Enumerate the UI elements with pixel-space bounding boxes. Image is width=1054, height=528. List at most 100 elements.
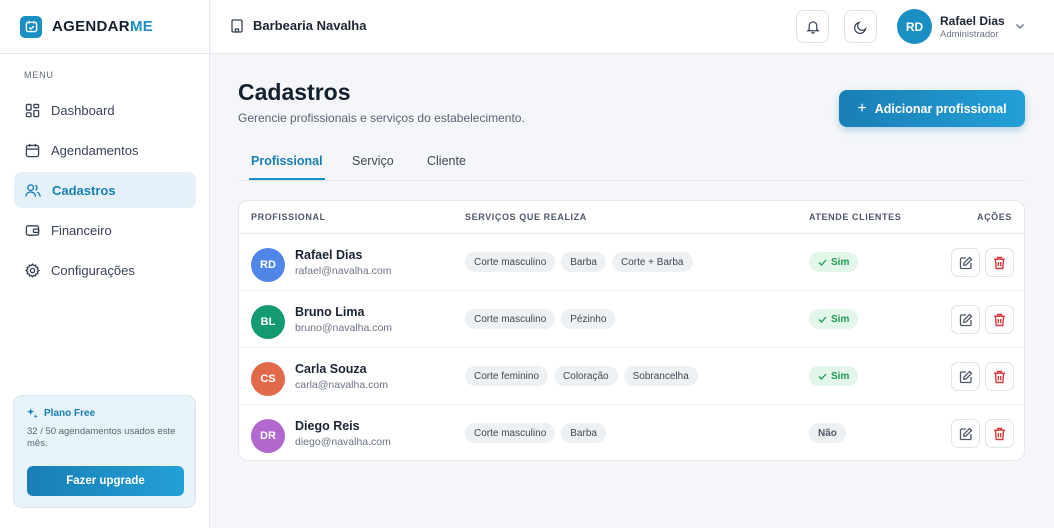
service-chip: Corte feminino (465, 366, 549, 386)
user-menu[interactable]: RD Rafael Dias Administrador (897, 9, 1025, 44)
users-icon (25, 183, 41, 197)
edit-button[interactable] (951, 362, 980, 391)
building-icon (231, 18, 243, 33)
top-header: Barbearia Navalha RD Rafael Dias Adminis… (211, 0, 1054, 54)
upgrade-button[interactable]: Fazer upgrade (27, 466, 184, 496)
sidebar-item-cadastros[interactable]: Cadastros (14, 172, 196, 208)
calendar-icon (25, 143, 40, 157)
professional-email: rafael@navalha.com (295, 265, 392, 277)
edit-button[interactable] (951, 248, 980, 277)
calendar-logo-icon (20, 15, 42, 38)
page-subtitle: Gerencie profissionais e serviços do est… (238, 111, 525, 125)
delete-button[interactable] (985, 419, 1014, 448)
sidebar-item-label: Cadastros (52, 182, 116, 198)
avatar: DR (251, 419, 285, 453)
avatar: CS (251, 362, 285, 396)
delete-button[interactable] (985, 248, 1014, 277)
status-badge: Sim (809, 309, 859, 329)
column-header: ATENDE CLIENTES (809, 212, 902, 222)
check-icon (818, 259, 827, 266)
table-row: DR Diego Reis diego@navalha.com Corte mascu… (239, 405, 1024, 460)
professional-name: Bruno Lima (295, 305, 365, 319)
edit-icon (959, 427, 972, 440)
trash-icon (994, 370, 1005, 383)
brand[interactable]: AGENDARME (0, 0, 209, 54)
column-header: AÇÕES (976, 212, 1012, 222)
services-list: Corte masculino Barba Corte + Barba (465, 252, 699, 272)
edit-button[interactable] (951, 419, 980, 448)
professional-email: carla@navalha.com (295, 379, 388, 391)
sidebar-item-configuracoes[interactable]: Configurações (14, 252, 196, 288)
user-name: Rafael Dias (940, 13, 1005, 28)
chevron-down-icon (1015, 24, 1024, 29)
service-chip: Corte + Barba (611, 252, 693, 272)
gear-icon (25, 262, 40, 278)
avatar: BL (251, 305, 285, 339)
professional-email: diego@navalha.com (295, 436, 391, 448)
services-list: Corte masculino Pézinho (465, 309, 621, 329)
trash-icon (994, 256, 1005, 269)
menu-label: MENU (24, 70, 54, 80)
service-chip: Corte masculino (465, 309, 556, 329)
professionals-table: PROFISSIONAL SERVIÇOS QUE REALIZA ATENDE… (238, 200, 1025, 461)
user-role: Administrador (940, 28, 999, 40)
add-professional-button[interactable]: + Adicionar profissional (839, 90, 1025, 127)
avatar: RD (251, 248, 285, 282)
service-chip: Barba (561, 423, 606, 443)
business-name[interactable]: Barbearia Navalha (231, 18, 366, 33)
sparkles-icon (27, 408, 38, 419)
check-icon (818, 373, 827, 380)
edit-icon (959, 370, 972, 383)
sidebar-item-agendamentos[interactable]: Agendamentos (14, 132, 196, 168)
user-info: Rafael Dias Administrador (940, 14, 1005, 40)
sidebar-item-dashboard[interactable]: Dashboard (14, 92, 196, 128)
professional-name: Diego Reis (295, 419, 360, 433)
plus-icon: + (857, 99, 867, 117)
plan-usage-text: 32 / 50 agendamentos usados este mês. (27, 426, 176, 449)
edit-icon (959, 256, 972, 269)
service-chip: Corte masculino (465, 423, 556, 443)
status-badge: Sim (809, 252, 859, 272)
sidebar: AGENDARME MENU Dashboard Agendamentos Ca… (0, 0, 210, 528)
wallet-icon (25, 224, 40, 236)
tabs: Profissional Serviço Cliente (238, 146, 1025, 181)
edit-icon (959, 313, 972, 326)
status-badge: Sim (809, 366, 859, 386)
sidebar-item-label: Financeiro (51, 222, 112, 238)
table-header: PROFISSIONAL SERVIÇOS QUE REALIZA ATENDE… (239, 201, 1024, 234)
professional-email: bruno@navalha.com (295, 322, 393, 334)
sidebar-item-label: Configurações (51, 262, 135, 278)
dashboard-icon (25, 103, 40, 117)
service-chip: Corte masculino (465, 252, 556, 272)
service-chip: Coloração (554, 366, 618, 386)
bell-icon (805, 21, 820, 34)
delete-button[interactable] (985, 305, 1014, 334)
delete-button[interactable] (985, 362, 1014, 391)
tab-cliente[interactable]: Cliente (427, 154, 466, 168)
trash-icon (994, 313, 1005, 326)
professional-name: Rafael Dias (295, 248, 363, 262)
sidebar-nav: Dashboard Agendamentos Cadastros Finance… (14, 92, 196, 292)
service-chip: Sobrancelha (623, 366, 698, 386)
service-chip: Pézinho (561, 309, 616, 329)
notifications-button[interactable] (796, 10, 829, 43)
services-list: Corte feminino Coloração Sobrancelha (465, 366, 704, 386)
status-badge: Não (809, 423, 846, 443)
edit-button[interactable] (951, 305, 980, 334)
active-tab-indicator (249, 178, 325, 180)
tab-servico[interactable]: Serviço (352, 154, 394, 168)
professional-name: Carla Souza (295, 362, 367, 376)
sidebar-item-label: Agendamentos (51, 142, 139, 158)
plan-card: Plano Free 32 / 50 agendamentos usados e… (13, 395, 196, 508)
page-title: Cadastros (238, 79, 351, 105)
plan-title: Plano Free (27, 408, 182, 419)
avatar: RD (897, 9, 932, 44)
sidebar-item-label: Dashboard (51, 102, 115, 118)
service-chip: Barba (561, 252, 606, 272)
check-icon (818, 316, 827, 323)
trash-icon (994, 427, 1005, 440)
sidebar-item-financeiro[interactable]: Financeiro (14, 212, 196, 248)
tab-profissional[interactable]: Profissional (251, 154, 323, 168)
theme-toggle-button[interactable] (844, 10, 877, 43)
column-header: SERVIÇOS QUE REALIZA (465, 212, 587, 222)
